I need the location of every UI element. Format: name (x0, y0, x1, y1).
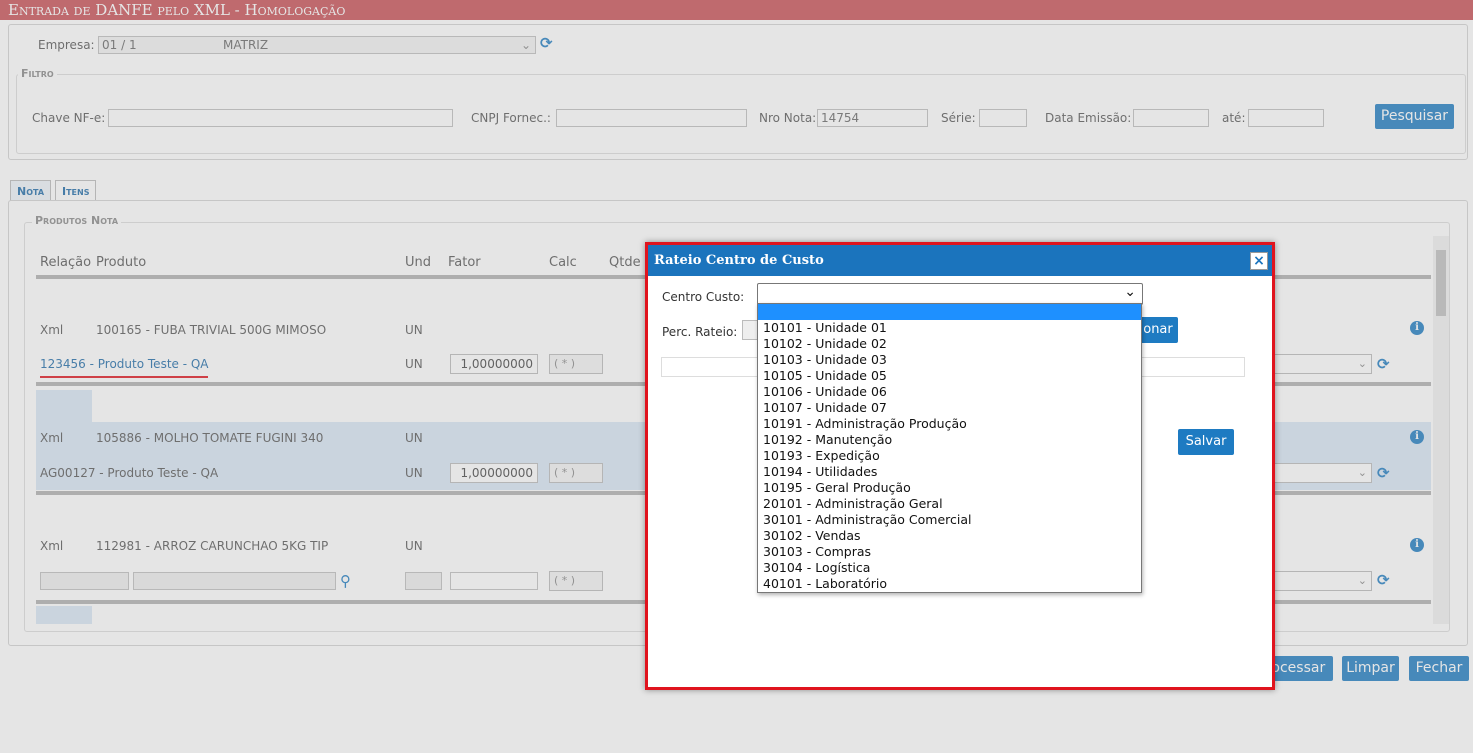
option-item[interactable]: 10101 - Unidade 01 (758, 320, 1141, 336)
option-item[interactable]: 10105 - Unidade 05 (758, 368, 1141, 384)
option-item[interactable]: 30104 - Logística (758, 560, 1141, 576)
dialog-title: Rateio Centro de Custo (648, 245, 1272, 276)
option-item[interactable]: 10102 - Unidade 02 (758, 336, 1141, 352)
option-item[interactable]: 10107 - Unidade 07 (758, 400, 1141, 416)
close-icon[interactable]: × (1250, 252, 1268, 270)
option-item[interactable]: 30103 - Compras (758, 544, 1141, 560)
perc-rateio-label: Perc. Rateio: (662, 325, 738, 339)
option-item[interactable]: 10192 - Manutenção (758, 432, 1141, 448)
option-item[interactable]: 10106 - Unidade 06 (758, 384, 1141, 400)
chevron-down-icon: ⌄ (1124, 284, 1136, 300)
centro-custo-label: Centro Custo: (662, 290, 745, 304)
save-button[interactable]: Salvar (1178, 429, 1234, 455)
adicionar-button[interactable]: onar (1138, 317, 1178, 343)
option-item[interactable]: 40101 - Laboratório (758, 576, 1141, 592)
option-item[interactable]: 10191 - Administração Produção (758, 416, 1141, 432)
option-item[interactable]: 10103 - Unidade 03 (758, 352, 1141, 368)
centro-custo-options: 10101 - Unidade 01 10102 - Unidade 02 10… (757, 303, 1142, 593)
option-item[interactable] (758, 304, 1141, 320)
option-item[interactable]: 30101 - Administração Comercial (758, 512, 1141, 528)
option-item[interactable]: 10195 - Geral Produção (758, 480, 1141, 496)
option-item[interactable]: 20101 - Administração Geral (758, 496, 1141, 512)
centro-custo-select[interactable]: ⌄ (757, 283, 1143, 305)
option-item[interactable]: 10193 - Expedição (758, 448, 1141, 464)
option-item[interactable]: 30102 - Vendas (758, 528, 1141, 544)
option-item[interactable]: 10194 - Utilidades (758, 464, 1141, 480)
